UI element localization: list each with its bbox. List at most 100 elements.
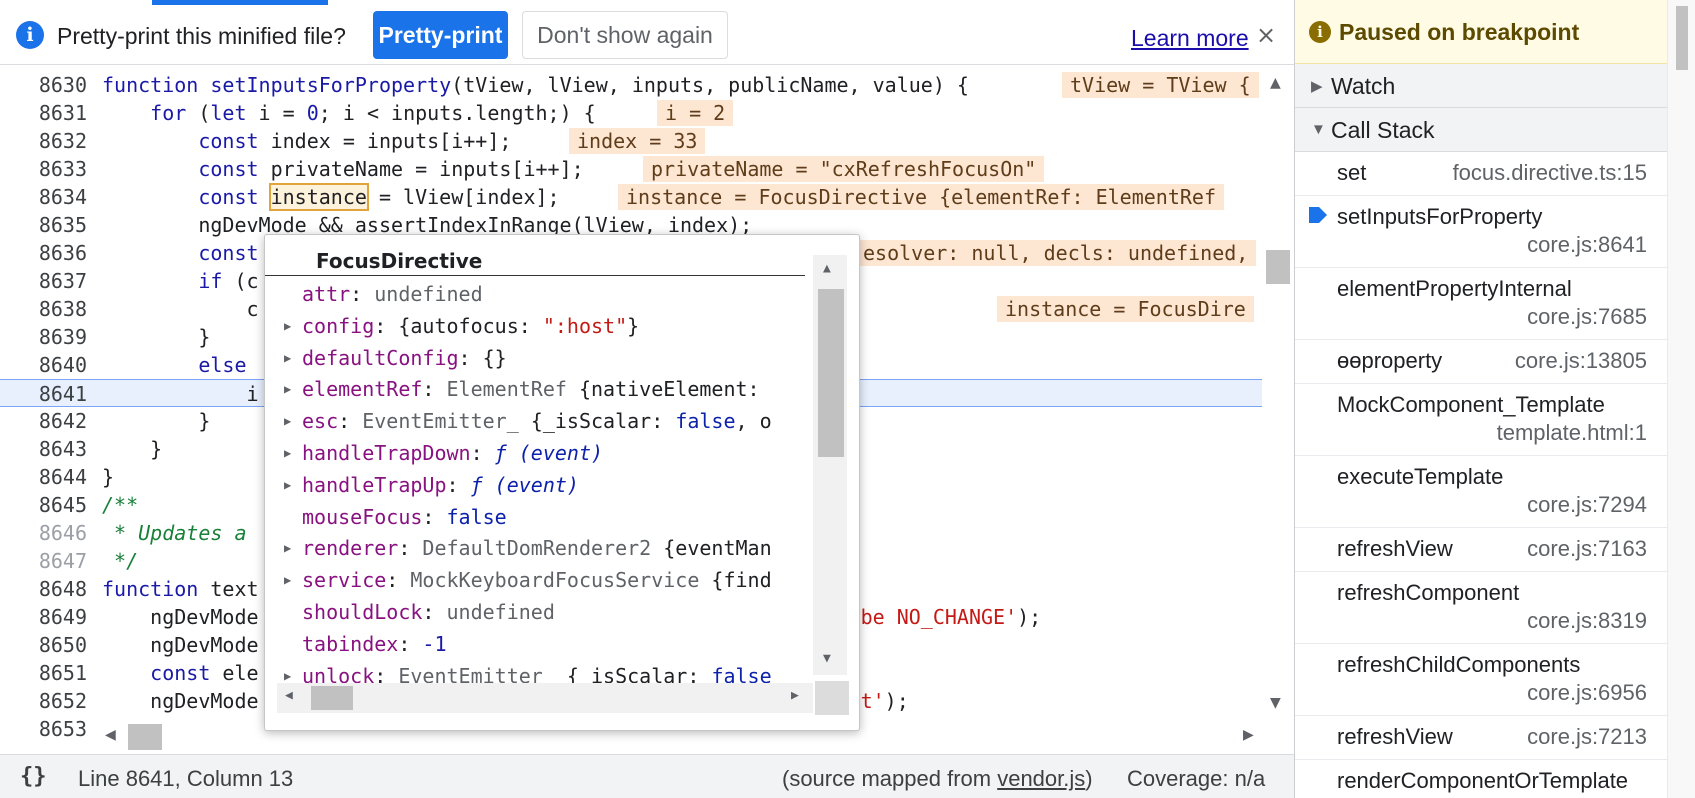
scroll-down-icon[interactable]: ▼	[1270, 695, 1281, 711]
line-number[interactable]: 8642	[0, 407, 87, 435]
line-number[interactable]: 8635	[0, 211, 87, 239]
line-number[interactable]: 8648	[0, 575, 87, 603]
inline-variable-value: instance = FocusDirective {elementRef: E…	[618, 184, 1225, 210]
line-number[interactable]: 8632	[0, 127, 87, 155]
frame-location[interactable]: core.js:8319	[1527, 608, 1647, 634]
call-frame[interactable]: MockComponent_Template template.html:1	[1295, 384, 1667, 456]
line-number[interactable]: 8637	[0, 267, 87, 295]
learn-more-link[interactable]: Learn more	[1131, 24, 1249, 52]
line-number[interactable]: 8646	[0, 519, 87, 547]
property-row[interactable]: shouldLock: undefined	[265, 596, 811, 628]
line-number[interactable]: 8645	[0, 491, 87, 519]
call-frame[interactable]: renderComponentOrTemplatecore.js:7277	[1295, 760, 1667, 798]
scroll-up-icon[interactable]: ▲	[823, 261, 831, 276]
object-preview-popover[interactable]: FocusDirective attr: undefined ▶ config: {…	[264, 234, 860, 731]
editor-vertical-scrollbar[interactable]: ▲ ▼	[1262, 65, 1294, 721]
property-row[interactable]: ▶ elementRef: ElementRef {nativeElement:	[265, 373, 811, 405]
expand-triangle-icon[interactable]: ▶	[284, 310, 291, 342]
line-number[interactable]: 8651	[0, 659, 87, 687]
property-row[interactable]: ▶ handleTrapDown: ƒ (event)	[265, 437, 811, 469]
expand-triangle-icon[interactable]: ▶	[284, 373, 291, 405]
code-line[interactable]: 8630 function setInputsForProperty(tView,…	[0, 71, 1262, 99]
scroll-right-icon[interactable]: ▶	[791, 688, 799, 703]
frame-location[interactable]: template.html:1	[1497, 420, 1647, 446]
dont-show-again-button[interactable]: Don't show again	[522, 11, 728, 59]
line-number[interactable]: 8631	[0, 99, 87, 127]
line-number[interactable]: 8653	[0, 715, 87, 743]
scroll-right-icon[interactable]: ▶	[1243, 727, 1254, 743]
call-stack-label: Call Stack	[1331, 117, 1435, 143]
property-row[interactable]: ▶ service: MockKeyboardFocusService {find	[265, 564, 811, 596]
scrollbar-thumb[interactable]	[1266, 250, 1290, 284]
line-number[interactable]: 8652	[0, 687, 87, 715]
frame-location[interactable]: core.js:7163	[1527, 536, 1647, 562]
scrollbar-thumb[interactable]	[818, 289, 844, 457]
call-frame[interactable]: set focus.directive.ts:15	[1295, 152, 1667, 196]
line-number[interactable]: 8644	[0, 463, 87, 491]
line-number[interactable]: 8639	[0, 323, 87, 351]
scrollbar-thumb[interactable]	[1676, 6, 1688, 70]
line-number[interactable]: 8634	[0, 183, 87, 211]
popover-vertical-scrollbar[interactable]: ▲ ▼	[813, 255, 847, 675]
call-frame[interactable]: refreshChildComponents core.js:6956	[1295, 644, 1667, 716]
frame-location[interactable]: core.js:7685	[1527, 304, 1647, 330]
property-row[interactable]: ▶ renderer: DefaultDomRenderer2 {eventMan	[265, 532, 811, 564]
line-number[interactable]: 8649	[0, 603, 87, 631]
vendor-js-link[interactable]: vendor.js	[997, 766, 1085, 791]
line-number[interactable]: 8643	[0, 435, 87, 463]
frame-location[interactable]: core.js:8641	[1527, 232, 1647, 258]
expand-triangle-icon[interactable]: ▶	[284, 532, 291, 564]
property-row[interactable]: tabindex: -1	[265, 628, 811, 660]
property-row[interactable]: attr: undefined	[265, 278, 811, 310]
property-row[interactable]: mouseFocus: false	[265, 501, 811, 533]
scroll-up-icon[interactable]: ▲	[1270, 75, 1281, 91]
expand-triangle-icon[interactable]: ▶	[284, 342, 291, 374]
pretty-print-button[interactable]: Pretty-print	[373, 11, 508, 59]
popover-horizontal-scrollbar[interactable]: ◀ ▶	[277, 683, 813, 713]
line-number[interactable]: 8650	[0, 631, 87, 659]
line-number[interactable]: 8638	[0, 295, 87, 323]
call-frame[interactable]: executeTemplate core.js:7294	[1295, 456, 1667, 528]
frame-location[interactable]: core.js:6956	[1527, 680, 1647, 706]
frame-location[interactable]: core.js:7294	[1527, 492, 1647, 518]
property-row[interactable]: ▶ defaultConfig: {}	[265, 342, 811, 374]
scroll-down-icon[interactable]: ▼	[823, 651, 831, 666]
call-frame[interactable]: refreshView core.js:7213	[1295, 716, 1667, 760]
line-number[interactable]: 8640	[0, 351, 87, 379]
scroll-left-icon[interactable]: ◀	[285, 688, 293, 703]
code-line[interactable]: 8633 const privateName = inputs[i++]; pri…	[0, 155, 1262, 183]
pretty-print-braces-icon[interactable]: {}	[20, 764, 47, 789]
call-frame[interactable]: setInputsForProperty core.js:8641	[1295, 196, 1667, 268]
line-number[interactable]: 8641	[0, 380, 87, 408]
sidebar-scrollbar[interactable]	[1667, 0, 1695, 798]
scrollbar-thumb[interactable]	[311, 686, 353, 710]
frame-location[interactable]: core.js:7213	[1527, 724, 1647, 750]
line-number[interactable]: 8630	[0, 71, 87, 99]
call-stack-section-header[interactable]: ▼ Call Stack	[1295, 108, 1695, 152]
line-number[interactable]: 8647	[0, 547, 87, 575]
property-list[interactable]: attr: undefined ▶ config: {autofocus: ":ho…	[265, 278, 811, 698]
code-line[interactable]: 8632 const index = inputs[i++]; index = 3…	[0, 127, 1262, 155]
expand-triangle-icon[interactable]: ▶	[284, 564, 291, 596]
call-frame[interactable]: refreshView core.js:7163	[1295, 528, 1667, 572]
line-number[interactable]: 8633	[0, 155, 87, 183]
code-line[interactable]: 8634 const instance = lView[index]; insta…	[0, 183, 1262, 211]
frame-location[interactable]: core.js:13805	[1515, 348, 1647, 374]
scrollbar-thumb[interactable]	[128, 724, 162, 750]
expand-triangle-icon[interactable]: ▶	[284, 405, 291, 437]
scroll-left-icon[interactable]: ◀	[105, 727, 116, 743]
close-icon[interactable]: ×	[1256, 22, 1276, 48]
line-number[interactable]: 8636	[0, 239, 87, 267]
property-row[interactable]: ▶ esc: EventEmitter_ {_isScalar: false, o	[265, 405, 811, 437]
frame-location[interactable]: focus.directive.ts:15	[1453, 160, 1647, 186]
expand-triangle-icon[interactable]: ▶	[284, 469, 291, 501]
call-frame[interactable]: ɵɵproperty core.js:13805	[1295, 340, 1667, 384]
property-row[interactable]: ▶ config: {autofocus: ":host"}	[265, 310, 811, 342]
code-line[interactable]: 8631 for (let i = 0; i < inputs.length;)…	[0, 99, 1262, 127]
call-frame[interactable]: refreshComponent core.js:8319	[1295, 572, 1667, 644]
property-row[interactable]: ▶ handleTrapUp: ƒ (event)	[265, 469, 811, 501]
paused-message: Paused on breakpoint	[1339, 19, 1580, 45]
watch-section-header[interactable]: ▶ Watch	[1295, 64, 1695, 108]
call-frame[interactable]: elementPropertyInternal core.js:7685	[1295, 268, 1667, 340]
expand-triangle-icon[interactable]: ▶	[284, 437, 291, 469]
